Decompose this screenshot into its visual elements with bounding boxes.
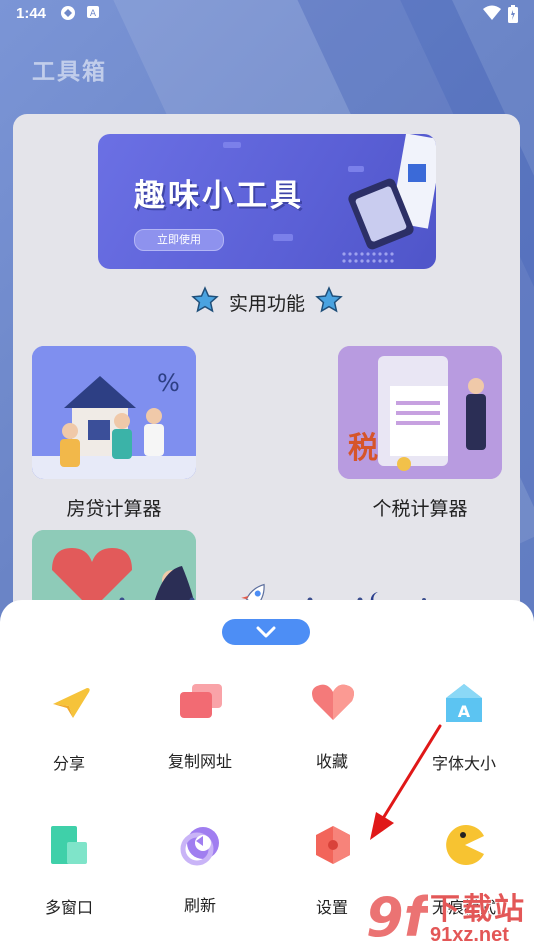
refresh-label: 刷新	[183, 896, 216, 915]
battery-icon	[508, 5, 518, 27]
settings-icon	[316, 826, 350, 864]
mortgage-illustration: %	[32, 346, 196, 479]
font-size-icon: A	[446, 684, 482, 722]
mortgage-calculator-card[interactable]: %	[32, 346, 196, 479]
refresh-icon	[180, 827, 219, 866]
income-tax-calculator-card[interactable]: 税	[338, 346, 502, 479]
banner[interactable]: 趣味小工具 立即使用	[98, 134, 436, 269]
copy-url-button[interactable]: 复制网址	[140, 680, 260, 771]
collapse-sheet-button[interactable]	[222, 619, 310, 645]
copy-icon	[180, 684, 222, 718]
share-button[interactable]: 分享	[9, 680, 129, 773]
annotation-arrow	[370, 724, 442, 840]
site-watermark: 9f 下载站 91xz.net	[364, 880, 534, 950]
svg-text:A: A	[458, 702, 471, 721]
banner-title: 趣味小工具	[134, 178, 304, 214]
incognito-icon	[446, 825, 484, 865]
chevron-down-icon	[256, 626, 276, 638]
watermark-logo: 9f	[366, 886, 428, 949]
svg-text:9f: 9f	[366, 886, 428, 949]
app-notification-icon	[60, 5, 76, 25]
airplane-icon	[53, 688, 90, 718]
income-tax-calculator-label[interactable]: 个税计算器	[320, 494, 520, 521]
svg-text:%: %	[157, 369, 180, 397]
banner-use-now-button[interactable]: 立即使用	[134, 229, 224, 251]
income-tax-illustration: 税	[338, 346, 502, 479]
multi-window-button[interactable]: 多窗口	[9, 824, 129, 917]
refresh-button[interactable]: 刷新	[140, 824, 260, 915]
svg-text:税: 税	[348, 431, 378, 466]
heart-icon	[312, 684, 354, 720]
section-title: 实用功能	[0, 286, 534, 319]
svg-text:A: A	[90, 9, 97, 19]
page-title: 工具箱	[32, 59, 107, 85]
watermark-domain: 91xz.net	[430, 924, 509, 946]
star-icon	[191, 286, 219, 319]
share-label: 分享	[52, 754, 85, 773]
accessibility-icon: A	[86, 5, 100, 23]
watermark-brand: 下载站	[430, 892, 526, 927]
status-time: 1:44	[16, 5, 47, 22]
wifi-icon	[483, 5, 501, 25]
multi-window-label: 多窗口	[44, 898, 93, 917]
multi-window-icon	[51, 826, 87, 864]
status-bar: 1:44 A	[0, 0, 534, 28]
copy-url-label: 复制网址	[167, 752, 232, 771]
section-title-text: 实用功能	[228, 293, 305, 315]
mortgage-calculator-label[interactable]: 房贷计算器	[14, 494, 214, 521]
star-icon	[315, 286, 343, 319]
